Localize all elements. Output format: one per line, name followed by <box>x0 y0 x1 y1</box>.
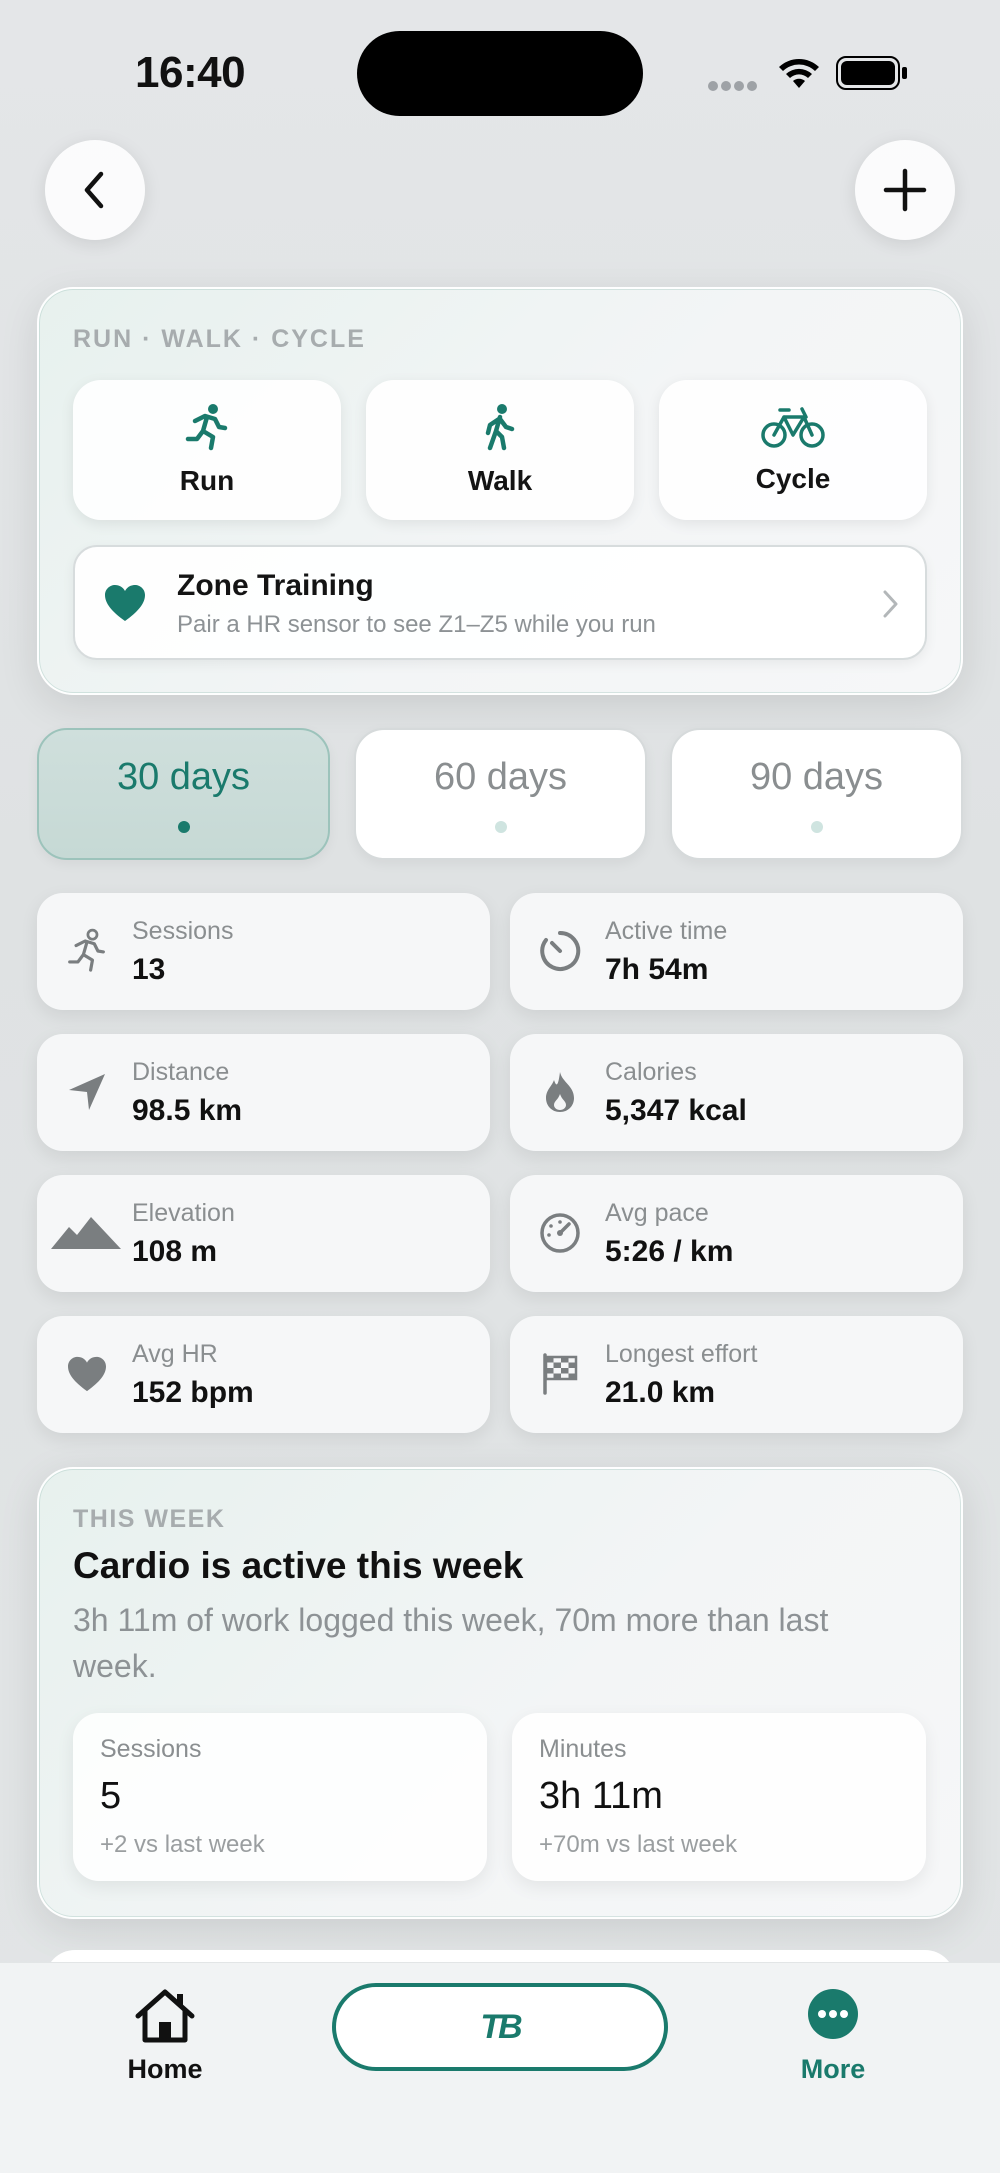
stat-active-time: Active time 7h 54m <box>510 893 963 1010</box>
stat-distance-value: 98.5 km <box>132 1094 243 1127</box>
home-icon <box>135 1989 195 2043</box>
zone-training-title: Zone Training <box>177 569 374 602</box>
stat-calories-label: Calories <box>605 1058 697 1086</box>
heart-icon <box>68 1356 106 1392</box>
week-minutes-card: Minutes 3h 11m +70m vs last week <box>512 1713 926 1881</box>
dynamic-island <box>357 31 643 116</box>
run-icon <box>68 928 105 972</box>
range-90-dot <box>810 821 823 833</box>
range-90-label: 90 days <box>749 756 884 798</box>
range-60-label: 60 days <box>433 756 568 798</box>
tab-more[interactable]: More <box>783 1988 883 2088</box>
tab-home[interactable]: Home <box>115 1988 215 2088</box>
stat-calories-value: 5,347 kcal <box>605 1094 747 1127</box>
stat-sessions-value: 13 <box>132 953 166 986</box>
range-60-dot <box>494 821 507 833</box>
cellular-signal-icon <box>708 78 760 91</box>
this-week-title: Cardio is active this week <box>73 1545 524 1586</box>
stat-avg-hr-label: Avg HR <box>132 1340 218 1368</box>
stat-avg-pace-value: 5:26 / km <box>605 1235 734 1268</box>
this-week-subtitle: 3h 11m of work logged this week, 70m mor… <box>73 1602 829 1684</box>
week-sessions-label: Sessions <box>100 1735 202 1763</box>
stat-distance: Distance 98.5 km <box>37 1034 490 1151</box>
range-30-days[interactable]: 30 days <box>37 728 330 860</box>
stat-longest-effort-label: Longest effort <box>605 1340 758 1368</box>
stat-sessions: Sessions 13 <box>37 893 490 1010</box>
stat-calories: Calories 5,347 kcal <box>510 1034 963 1151</box>
range-30-dot <box>177 821 190 833</box>
more-icon <box>808 1989 858 2039</box>
tb-logo: TB <box>480 2007 522 2046</box>
timer-icon <box>540 930 581 971</box>
stat-avg-hr-value: 152 bpm <box>132 1376 254 1409</box>
tab-more-label: More <box>800 2054 866 2084</box>
speedometer-icon <box>540 1213 580 1253</box>
back-button[interactable] <box>45 140 145 240</box>
mode-cycle-label: Cycle <box>755 463 831 494</box>
stat-avg-hr: Avg HR 152 bpm <box>37 1316 490 1433</box>
chevron-right-icon <box>883 590 898 618</box>
stat-elevation-label: Elevation <box>132 1199 235 1227</box>
location-arrow-icon <box>69 1074 105 1110</box>
week-sessions-value: 5 <box>100 1775 122 1817</box>
flag-icon <box>543 1353 578 1395</box>
week-minutes-value: 3h 11m <box>539 1775 663 1817</box>
mode-run-label: Run <box>179 465 235 496</box>
range-30-label: 30 days <box>116 756 251 798</box>
walk-icon <box>485 404 515 451</box>
add-button[interactable] <box>855 140 955 240</box>
zone-training-subtitle: Pair a HR sensor to see Z1–Z5 while you … <box>177 611 656 638</box>
wifi-icon <box>779 59 819 88</box>
stat-active-time-value: 7h 54m <box>605 953 709 986</box>
stat-elevation: Elevation 108 m <box>37 1175 490 1292</box>
stat-active-time-label: Active time <box>605 917 728 945</box>
battery-icon <box>836 56 907 90</box>
flame-icon <box>546 1072 574 1112</box>
stat-longest-effort-value: 21.0 km <box>605 1376 716 1409</box>
mode-run-button[interactable]: Run <box>73 380 341 520</box>
tab-center-logo-button[interactable]: TB <box>332 1983 668 2071</box>
mode-walk-button[interactable]: Walk <box>366 380 634 520</box>
week-sessions-card: Sessions 5 +2 vs last week <box>73 1713 487 1881</box>
stat-avg-pace-label: Avg pace <box>605 1199 709 1227</box>
stat-avg-pace: Avg pace 5:26 / km <box>510 1175 963 1292</box>
mountain-icon <box>51 1217 121 1249</box>
status-time: 16:40 <box>135 48 246 97</box>
stat-elevation-value: 108 m <box>132 1235 218 1268</box>
week-minutes-label: Minutes <box>539 1735 627 1763</box>
range-60-days[interactable]: 60 days <box>354 728 647 860</box>
run-icon <box>185 404 228 451</box>
range-90-days[interactable]: 90 days <box>670 728 963 860</box>
tab-home-label: Home <box>127 2054 203 2084</box>
this-week-eyebrow: THIS WEEK <box>73 1505 226 1533</box>
modes-eyebrow: RUN · WALK · CYCLE <box>73 325 366 353</box>
mode-walk-label: Walk <box>467 465 533 496</box>
chevron-left-icon <box>84 171 104 209</box>
stat-sessions-label: Sessions <box>132 917 234 945</box>
zone-training-row[interactable]: Zone Training Pair a HR sensor to see Z1… <box>73 545 927 660</box>
mode-cycle-button[interactable]: Cycle <box>659 380 927 520</box>
week-minutes-delta: +70m vs last week <box>539 1831 738 1858</box>
heart-icon <box>105 585 145 621</box>
plus-icon <box>883 168 927 212</box>
week-sessions-delta: +2 vs last week <box>100 1831 265 1858</box>
bike-icon <box>761 407 825 448</box>
stat-distance-label: Distance <box>132 1058 230 1086</box>
stat-longest-effort: Longest effort 21.0 km <box>510 1316 963 1433</box>
